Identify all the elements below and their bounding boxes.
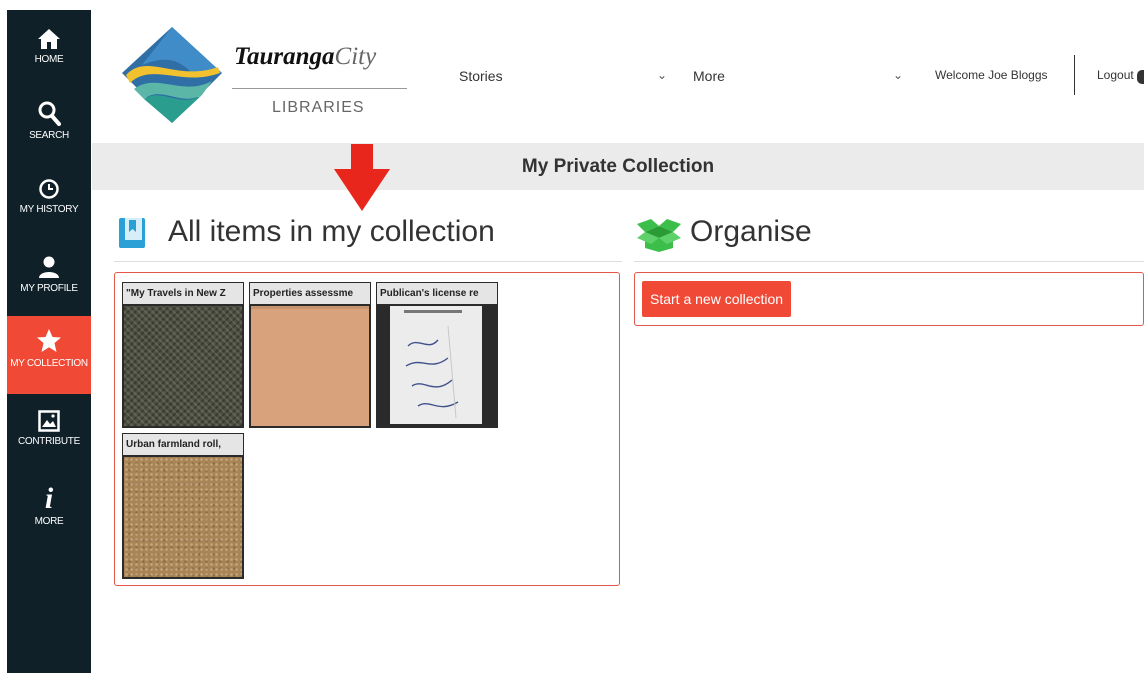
- clock-icon: [39, 179, 59, 199]
- user-icon: [39, 256, 59, 278]
- sidebar-item-label: MY PROFILE: [20, 283, 78, 294]
- search-icon: [38, 101, 61, 126]
- logo-subtitle: LIBRARIES: [272, 99, 365, 116]
- sidebar-item-label: MY HISTORY: [19, 204, 79, 215]
- organise-heading-rule: [634, 261, 1144, 262]
- collection-item-title: Properties assessme: [250, 283, 370, 304]
- sidebar-item-label: HOME: [34, 54, 64, 65]
- svg-text:i: i: [45, 484, 54, 512]
- organise-heading: Organise: [690, 215, 812, 248]
- arrow-down-icon: [334, 169, 390, 211]
- bookmark-book-icon: [119, 218, 145, 248]
- welcome-text: Welcome Joe Bloggs: [935, 68, 1048, 82]
- collection-item-card[interactable]: Properties assessme: [249, 282, 371, 428]
- collection-heading: All items in my collection: [168, 215, 495, 248]
- collection-heading-rule: [114, 261, 622, 262]
- collection-item-title: "My Travels in New Z: [123, 283, 243, 304]
- handwritten-document-image: [390, 306, 482, 424]
- item-thumbnail: [378, 306, 496, 426]
- logo-rule: [232, 88, 407, 89]
- logo-wordmark: TaurangaCity: [234, 43, 377, 70]
- sidebar-item-label: MY COLLECTION: [10, 358, 88, 369]
- sidebar-item-home[interactable]: HOME: [7, 28, 91, 65]
- item-thumbnail: [124, 457, 242, 577]
- collection-item-title: Publican's license re: [377, 283, 497, 304]
- sidebar-item-my-history[interactable]: MY HISTORY: [7, 178, 91, 215]
- nav-stories[interactable]: Stories: [459, 68, 503, 84]
- sidebar-item-my-collection[interactable]: MY COLLECTION: [7, 316, 91, 394]
- logout-link[interactable]: Logout: [1097, 68, 1134, 82]
- organise-panel: Start a new collection: [634, 272, 1144, 326]
- sidebar-item-more[interactable]: i MORE: [7, 484, 91, 527]
- user-icon[interactable]: [1137, 70, 1144, 84]
- chevron-down-icon[interactable]: ⌄: [657, 68, 667, 82]
- chevron-down-icon[interactable]: ⌄: [893, 68, 903, 82]
- nav-more[interactable]: More: [693, 68, 725, 84]
- start-new-collection-button[interactable]: Start a new collection: [642, 281, 792, 317]
- collection-items-panel: "My Travels in New Z Properties assessme…: [114, 272, 620, 586]
- sidebar-item-contribute[interactable]: CONTRIBUTE: [7, 410, 91, 447]
- page-title: My Private Collection: [92, 143, 1144, 190]
- collection-item-card[interactable]: Urban farmland roll,: [122, 433, 244, 579]
- sidebar-item-my-profile[interactable]: MY PROFILE: [7, 255, 91, 294]
- sidebar-item-label: MORE: [34, 516, 64, 527]
- arrow-annotation-shaft: [351, 144, 373, 170]
- info-icon: i: [45, 484, 54, 512]
- star-icon: [37, 329, 61, 352]
- item-thumbnail: [124, 306, 242, 426]
- item-thumbnail: [251, 306, 369, 426]
- open-box-icon: [637, 219, 681, 252]
- sidebar-item-label: CONTRIBUTE: [17, 436, 80, 447]
- collection-item-title: Urban farmland roll,: [123, 434, 243, 455]
- sidebar-item-search[interactable]: SEARCH: [7, 100, 91, 141]
- image-icon: [38, 410, 60, 432]
- sidebar-nav: HOME SEARCH MY HISTORY MY PROFILE MY COL…: [7, 10, 91, 673]
- home-icon: [38, 29, 60, 49]
- sidebar-item-label: SEARCH: [29, 130, 69, 141]
- collection-item-card[interactable]: "My Travels in New Z: [122, 282, 244, 428]
- site-logo[interactable]: TaurangaCity LIBRARIES: [122, 27, 412, 123]
- logo-diamond-icon: [122, 27, 222, 123]
- header-divider: [1074, 55, 1075, 95]
- collection-item-card[interactable]: Publican's license re: [376, 282, 498, 428]
